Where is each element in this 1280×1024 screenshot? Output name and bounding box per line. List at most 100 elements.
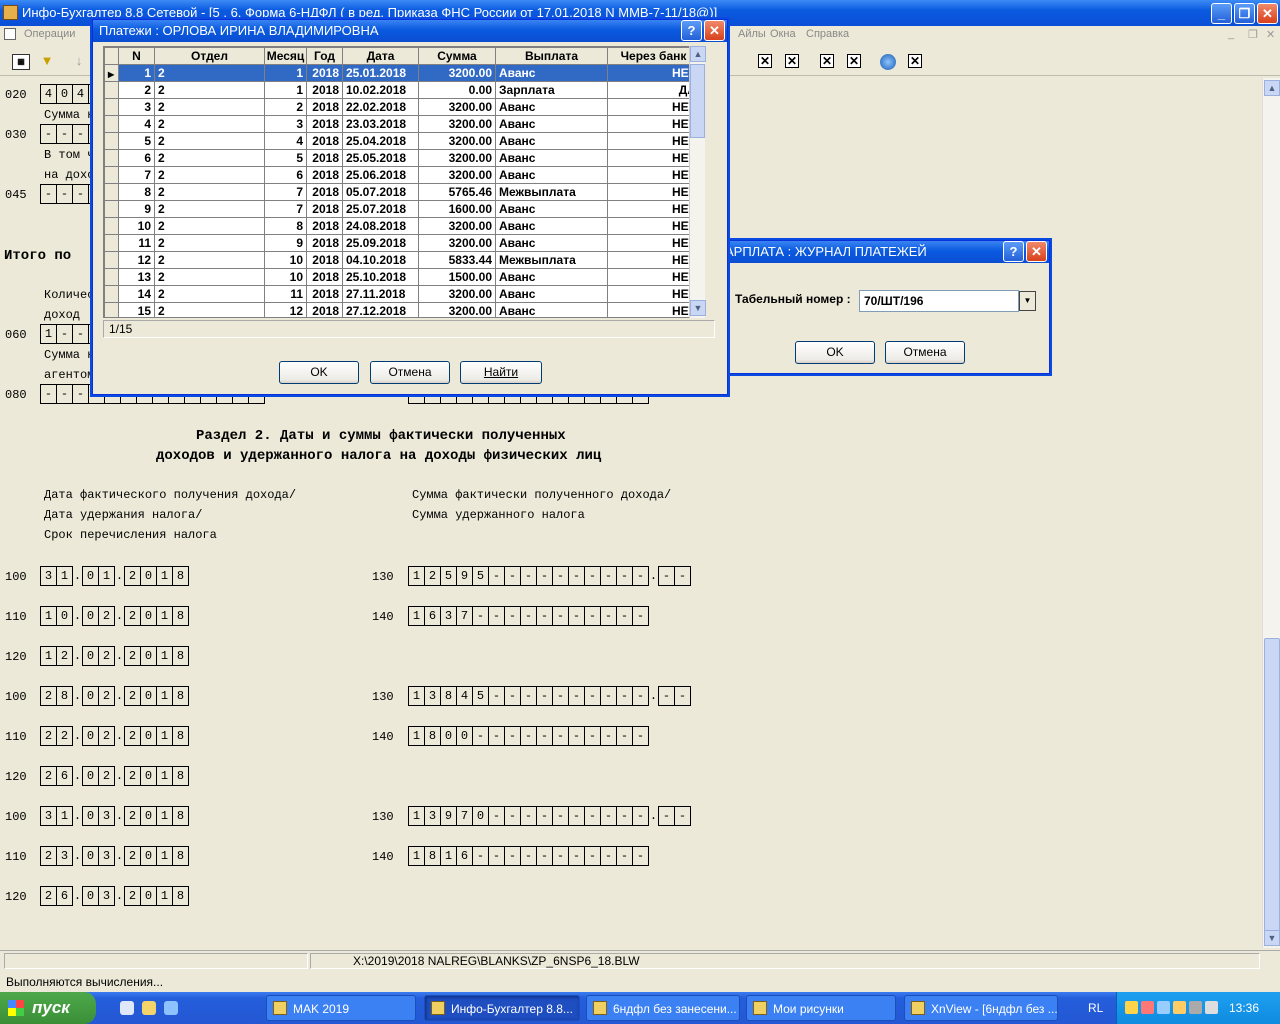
column-header[interactable]: Месяц xyxy=(264,47,307,65)
grid-scroll-thumb[interactable] xyxy=(690,64,705,138)
globe-icon[interactable] xyxy=(880,54,896,70)
grid-icon[interactable]: ▦ xyxy=(12,54,30,70)
amount-field[interactable]: 12595----------.-- xyxy=(408,566,691,586)
table-row[interactable]: 7 2 6 2018 25.06.2018 3200.00 Аванс НЕТ xyxy=(104,166,700,184)
grid-indicator-header xyxy=(104,47,119,65)
table-row[interactable]: 10 2 8 2018 24.08.2018 3200.00 Аванс НЕТ xyxy=(104,217,700,235)
scroll-thumb[interactable] xyxy=(1264,638,1280,938)
column-header[interactable]: Отдел xyxy=(154,47,265,65)
grid-scroll-down-icon[interactable]: ▼ xyxy=(690,300,706,316)
menu-files[interactable]: Айлы xyxy=(738,28,766,40)
journal-cancel-button[interactable]: Отмена xyxy=(885,341,965,364)
quicklaunch-media-icon[interactable] xyxy=(120,1001,134,1015)
toolbar-x-icon-2[interactable]: ✕ xyxy=(785,54,799,68)
column-header[interactable]: Год xyxy=(306,47,343,65)
payments-help-button[interactable]: ? xyxy=(681,20,702,41)
date-field[interactable]: 10.02.2018 xyxy=(40,606,189,626)
amount-field[interactable]: 1637----------- xyxy=(408,606,649,626)
quicklaunch-ie-icon[interactable] xyxy=(164,1001,178,1015)
date-field[interactable]: 12.02.2018 xyxy=(40,646,189,666)
amount-field[interactable]: 13970----------.-- xyxy=(408,806,691,826)
table-cell: НЕТ xyxy=(607,285,700,303)
table-row[interactable]: 14 2 11 2018 27.11.2018 3200.00 Аванс НЕТ xyxy=(104,285,700,303)
mdi-restore-icon[interactable]: ❐ xyxy=(1248,28,1258,41)
journal-help-button[interactable]: ? xyxy=(1003,241,1024,262)
amount-field[interactable]: 1816----------- xyxy=(408,846,649,866)
table-row[interactable]: 15 2 12 2018 27.12.2018 3200.00 Аванс НЕТ xyxy=(104,302,700,317)
payments-close-button[interactable]: ✕ xyxy=(704,20,725,41)
payments-find-button[interactable]: Найти xyxy=(460,361,542,384)
table-cell: Аванс xyxy=(495,217,608,235)
minimize-button[interactable]: _ xyxy=(1211,3,1232,24)
toolbar-x-icon-3[interactable]: ✕ xyxy=(820,54,834,68)
tab-number-input[interactable]: 70/ШТ/196 xyxy=(859,290,1019,312)
task-6ndfl[interactable]: 6ндфл без занесени... xyxy=(586,995,740,1021)
date-field[interactable]: 26.03.2018 xyxy=(40,886,189,906)
tray-icon-5[interactable] xyxy=(1189,1001,1202,1014)
column-header[interactable]: Сумма xyxy=(418,47,496,65)
table-row[interactable]: 6 2 5 2018 25.05.2018 3200.00 Аванс НЕТ xyxy=(104,149,700,167)
table-cell: 23.03.2018 xyxy=(342,115,419,133)
restore-button[interactable]: ❐ xyxy=(1234,3,1255,24)
close-button[interactable]: ✕ xyxy=(1257,3,1278,24)
payments-ok-button[interactable]: OK xyxy=(279,361,359,384)
quicklaunch-folder-icon[interactable] xyxy=(142,1001,156,1015)
table-row[interactable]: 9 2 7 2018 25.07.2018 1600.00 Аванс НЕТ xyxy=(104,200,700,218)
table-row[interactable]: 3 2 2 2018 22.02.2018 3200.00 Аванс НЕТ xyxy=(104,98,700,116)
grid-scroll-up-icon[interactable]: ▲ xyxy=(690,46,706,62)
date-field[interactable]: 26.02.2018 xyxy=(40,766,189,786)
table-cell: Аванс xyxy=(495,268,608,286)
language-indicator[interactable]: RL xyxy=(1088,1001,1103,1015)
task-mak-2019[interactable]: MAK 2019 xyxy=(266,995,416,1021)
task-xnview[interactable]: XnView - [6ндфл без ... xyxy=(904,995,1058,1021)
tray-icon-1[interactable] xyxy=(1125,1001,1138,1014)
volume-icon[interactable] xyxy=(1205,1001,1218,1014)
column-header[interactable]: Выплата xyxy=(495,47,608,65)
amount-field[interactable]: 1800----------- xyxy=(408,726,649,746)
toolbar-x-icon-5[interactable]: ✕ xyxy=(908,54,922,68)
table-cell: 25.04.2018 xyxy=(342,132,419,150)
menu-operations[interactable]: Операции xyxy=(24,28,75,40)
journal-ok-button[interactable]: OK xyxy=(795,341,875,364)
table-cell: 05.07.2018 xyxy=(342,183,419,201)
task-my-pictures[interactable]: Мои рисунки xyxy=(746,995,896,1021)
date-field[interactable]: 22.02.2018 xyxy=(40,726,189,746)
date-field[interactable]: 28.02.2018 xyxy=(40,686,189,706)
task-info-buhgalter[interactable]: Инфо-Бухгалтер 8.8... xyxy=(424,995,580,1021)
menu-windows[interactable]: Окна xyxy=(770,28,796,40)
scroll-up-icon[interactable]: ▲ xyxy=(1264,80,1280,96)
table-row[interactable]: 5 2 4 2018 25.04.2018 3200.00 Аванс НЕТ xyxy=(104,132,700,150)
table-row[interactable]: ▶ 1 2 1 2018 25.01.2018 3200.00 Аванс НЕТ xyxy=(104,64,700,82)
payments-cancel-button[interactable]: Отмена xyxy=(370,361,450,384)
mdi-minimize-icon[interactable]: _ xyxy=(1228,28,1234,40)
start-button[interactable]: пуск xyxy=(0,992,96,1024)
tray-icon-2[interactable] xyxy=(1141,1001,1154,1014)
journal-close-button[interactable]: ✕ xyxy=(1026,241,1047,262)
date-field[interactable]: 31.01.2018 xyxy=(40,566,189,586)
date-field[interactable]: 23.03.2018 xyxy=(40,846,189,866)
amount-field[interactable]: 13845----------.-- xyxy=(408,686,691,706)
menu-help[interactable]: Справка xyxy=(806,28,849,40)
table-row[interactable]: 11 2 9 2018 25.09.2018 3200.00 Аванс НЕТ xyxy=(104,234,700,252)
table-row[interactable]: 8 2 7 2018 05.07.2018 5765.46 Межвыплата НЕТ xyxy=(104,183,700,201)
date-field[interactable]: 31.03.2018 xyxy=(40,806,189,826)
document-scrollbar[interactable]: ▲ ▼ xyxy=(1262,78,1280,948)
table-row[interactable]: 2 2 1 2018 10.02.2018 0.00 Зарплата ДА xyxy=(104,81,700,99)
table-row[interactable]: 4 2 3 2018 23.03.2018 3200.00 Аванс НЕТ xyxy=(104,115,700,133)
toolbar-x-icon-4[interactable]: ✕ xyxy=(847,54,861,68)
tray-icon-4[interactable] xyxy=(1173,1001,1186,1014)
scroll-down-icon[interactable]: ▼ xyxy=(1264,930,1280,946)
column-header[interactable]: Дата xyxy=(342,47,419,65)
mdi-close-icon[interactable]: ✕ xyxy=(1266,28,1275,41)
table-row[interactable]: 12 2 10 2018 04.10.2018 5833.44 Межвыплата НЕТ xyxy=(104,251,700,269)
tray-icon-3[interactable] xyxy=(1157,1001,1170,1014)
sort-icon[interactable]: ↓ xyxy=(72,54,86,68)
payments-grid[interactable]: N Отдел Месяц Год Дата Сумма Выплата Через банк… xyxy=(103,46,703,318)
tab-number-dropdown-icon[interactable]: ▼ xyxy=(1019,291,1036,311)
column-header[interactable]: N xyxy=(118,47,155,65)
table-row[interactable]: 13 2 10 2018 25.10.2018 1500.00 Аванс НЕТ xyxy=(104,268,700,286)
toolbar-x-icon-1[interactable]: ✕ xyxy=(758,54,772,68)
filter-icon[interactable]: ▼ xyxy=(40,54,54,68)
grid-scrollbar[interactable]: ▲ ▼ xyxy=(689,46,706,318)
column-header[interactable]: Через банк xyxy=(607,47,700,65)
